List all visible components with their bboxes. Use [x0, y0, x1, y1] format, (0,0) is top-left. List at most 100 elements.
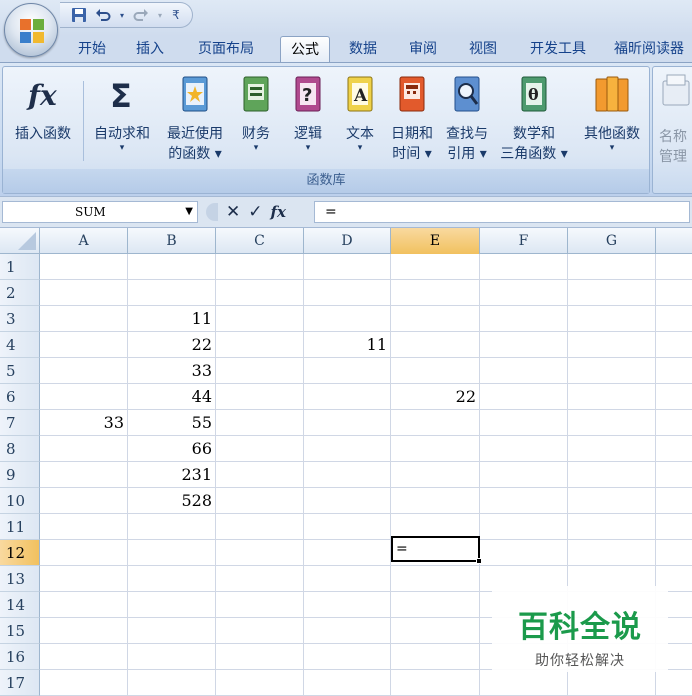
row-header-5[interactable]: 5 — [0, 358, 40, 384]
fill-handle[interactable] — [476, 558, 482, 564]
lookup-reference-label: 查找与 — [446, 126, 488, 142]
save-icon[interactable] — [70, 6, 88, 24]
recently-used-label-2: 的函数 ▾ — [168, 146, 222, 162]
name-box-dropdown-icon[interactable]: ▼ — [185, 202, 193, 222]
tab-developer[interactable]: 开发工具 — [520, 36, 596, 62]
undo-icon[interactable] — [94, 6, 112, 24]
row-header-2[interactable]: 2 — [0, 280, 40, 306]
row-header-4[interactable]: 4 — [0, 332, 40, 358]
tab-view[interactable]: 视图 — [460, 36, 506, 62]
cell-b10[interactable]: 528 — [128, 488, 216, 514]
insert-function-label: 插入函数 — [15, 126, 71, 142]
svg-text:A: A — [353, 86, 368, 106]
tab-review[interactable]: 审阅 — [400, 36, 446, 62]
row-header-6[interactable]: 6 — [0, 384, 40, 410]
column-header-e[interactable]: E — [391, 228, 480, 254]
financial-label: 财务 — [242, 126, 270, 142]
cell-d4[interactable]: 11 — [304, 332, 391, 358]
autosum-button[interactable]: Σ 自动求和 ▾ — [87, 67, 157, 171]
recently-used-button[interactable]: 最近使用 的函数 ▾ — [157, 67, 233, 171]
column-header-row: A B C D E F G — [0, 228, 692, 254]
row-header-9[interactable]: 9 — [0, 462, 40, 488]
formula-bar-handle-icon[interactable] — [206, 203, 218, 221]
svg-text:θ: θ — [528, 85, 539, 104]
tab-formulas[interactable]: 公式 — [280, 36, 330, 63]
text-dropdown[interactable]: ▾ — [337, 143, 383, 153]
gridline — [390, 254, 391, 696]
date-time-button[interactable]: 日期和 时间 ▾ — [387, 67, 437, 171]
cancel-icon[interactable]: ✕ — [226, 202, 240, 222]
date-time-label-2: 时间 ▾ — [392, 146, 432, 162]
fx-icon: fx — [26, 79, 57, 112]
redo-icon[interactable] — [132, 6, 150, 24]
gridline — [40, 539, 692, 540]
more-functions-button[interactable]: 其他函数 ▾ — [575, 67, 649, 171]
row-header-12[interactable]: 12 — [0, 540, 40, 566]
ribbon-tab-row: 开始 插入 页面布局 公式 数据 审阅 视图 开发工具 福昕阅读器 — [0, 36, 692, 63]
name-manager-label[interactable]: 名称 — [659, 126, 687, 146]
lookup-reference-button[interactable]: 查找与 引用 ▾ — [439, 67, 495, 171]
column-header-d[interactable]: D — [304, 228, 391, 254]
enter-icon[interactable]: ✓ — [248, 202, 262, 222]
cell-b4[interactable]: 22 — [128, 332, 216, 358]
tab-insert[interactable]: 插入 — [128, 36, 172, 62]
math-trig-button[interactable]: θ 数学和 三角函数 ▾ — [497, 67, 571, 171]
active-cell-e12[interactable]: = — [391, 536, 480, 562]
tab-foxit-reader[interactable]: 福昕阅读器 — [614, 36, 692, 62]
row-header-8[interactable]: 8 — [0, 436, 40, 462]
office-logo-icon — [20, 19, 44, 43]
financial-dropdown[interactable]: ▾ — [233, 143, 279, 153]
svg-text:?: ? — [302, 85, 312, 106]
cell-b9[interactable]: 231 — [128, 462, 216, 488]
column-header-g[interactable]: G — [568, 228, 656, 254]
redo-dropdown-icon[interactable]: ▾ — [156, 6, 164, 24]
text-button[interactable]: A 文本 ▾ — [337, 67, 383, 171]
books-more-icon — [595, 76, 629, 112]
row-header-15[interactable]: 15 — [0, 618, 40, 644]
logical-dropdown[interactable]: ▾ — [285, 143, 331, 153]
cell-b5[interactable]: 33 — [128, 358, 216, 384]
formula-input[interactable]: = — [314, 201, 690, 223]
cell-a7[interactable]: 33 — [40, 410, 128, 436]
book-calendar-icon — [399, 76, 425, 112]
logical-button[interactable]: ? 逻辑 ▾ — [285, 67, 331, 171]
office-button[interactable] — [4, 3, 58, 57]
logical-label: 逻辑 — [294, 126, 322, 142]
cell-b7[interactable]: 55 — [128, 410, 216, 436]
column-header-f[interactable]: F — [480, 228, 568, 254]
select-all-button[interactable] — [0, 228, 40, 254]
text-label: 文本 — [346, 126, 374, 142]
cell-b6[interactable]: 44 — [128, 384, 216, 410]
undo-dropdown-icon[interactable]: ▾ — [118, 6, 126, 24]
row-header-17[interactable]: 17 — [0, 670, 40, 696]
gridline — [479, 254, 480, 696]
svg-text:Σ: Σ — [110, 77, 132, 115]
ribbon-separator — [83, 81, 84, 161]
title-bar: ▾ ▾ ₹ — [0, 0, 692, 36]
column-header-a[interactable]: A — [40, 228, 128, 254]
autosum-dropdown[interactable]: ▾ — [87, 143, 157, 153]
row-header-7[interactable]: 7 — [0, 410, 40, 436]
insert-function-button[interactable]: fx 插入函数 — [3, 67, 83, 171]
cell-b8[interactable]: 66 — [128, 436, 216, 462]
column-header-b[interactable]: B — [128, 228, 216, 254]
tab-data[interactable]: 数据 — [340, 36, 386, 62]
tab-home[interactable]: 开始 — [72, 36, 112, 62]
row-header-13[interactable]: 13 — [0, 566, 40, 592]
row-header-14[interactable]: 14 — [0, 592, 40, 618]
tab-page-layout[interactable]: 页面布局 — [188, 36, 264, 62]
financial-button[interactable]: 财务 ▾ — [233, 67, 279, 171]
book-star-icon — [182, 76, 208, 112]
row-header-11[interactable]: 11 — [0, 514, 40, 540]
column-header-c[interactable]: C — [216, 228, 304, 254]
name-box[interactable]: SUM ▼ — [2, 201, 198, 223]
cell-e6[interactable]: 22 — [391, 384, 480, 410]
row-header-1[interactable]: 1 — [0, 254, 40, 280]
row-header-3[interactable]: 3 — [0, 306, 40, 332]
row-header-10[interactable]: 10 — [0, 488, 40, 514]
customize-icon[interactable]: ₹ — [170, 6, 182, 24]
more-functions-dropdown[interactable]: ▾ — [575, 143, 649, 153]
insert-function-icon[interactable]: fx — [271, 203, 286, 221]
row-header-16[interactable]: 16 — [0, 644, 40, 670]
cell-b3[interactable]: 11 — [128, 306, 216, 332]
